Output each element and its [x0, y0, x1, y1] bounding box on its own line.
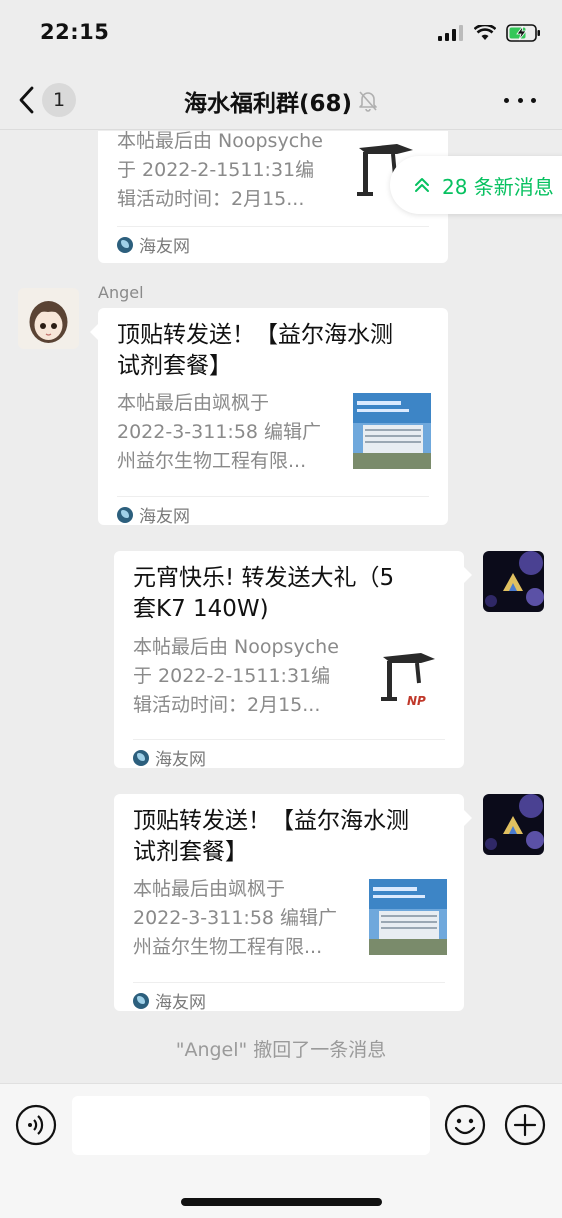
- new-messages-button[interactable]: 28 条新消息: [390, 156, 562, 214]
- home-indicator[interactable]: [181, 1198, 382, 1206]
- more-options-button[interactable]: [504, 90, 536, 110]
- card-desc-line: 本帖最后由飒枫于: [117, 392, 270, 414]
- voice-icon: [15, 1104, 57, 1146]
- new-messages-label: 28 条新消息: [442, 174, 554, 199]
- card-desc-line: 本帖最后由 Noopsyche: [117, 131, 323, 152]
- emoji-button[interactable]: [444, 1104, 486, 1146]
- card-desc-line: 本帖最后由飒枫于: [133, 878, 286, 900]
- avatar[interactable]: [483, 794, 544, 855]
- more-dot-icon: [517, 97, 523, 103]
- card-desc-line: 2022-3-311:58 编辑广: [133, 907, 338, 929]
- more-dot-icon: [531, 97, 536, 103]
- np-logo: NP: [407, 694, 426, 708]
- card-source: 海友网: [117, 226, 429, 262]
- card-source-label: 海友网: [139, 507, 190, 527]
- emoji-icon: [444, 1104, 486, 1146]
- card-desc-line: 州益尔生物工程有限...: [117, 450, 307, 472]
- link-card-message[interactable]: 元宵快乐! 转发送大礼（5 套K7 140W) 本帖最后由 Noopsyche …: [114, 551, 472, 770]
- avatar[interactable]: [483, 551, 544, 612]
- card-thumbnail-image: NP: [369, 643, 447, 719]
- voice-input-button[interactable]: [15, 1104, 57, 1146]
- card-desc-line: 本帖最后由 Noopsyche: [133, 636, 339, 658]
- link-card-message[interactable]: 顶贴转发送！【益尔海水测 试剂套餐】 本帖最后由飒枫于 2022-3-311:5…: [90, 308, 448, 527]
- card-thumbnail-image: [353, 393, 431, 469]
- avatar-image: [483, 794, 544, 855]
- link-card-message[interactable]: 顶贴转发送！【益尔海水测 试剂套餐】 本帖最后由飒枫于 2022-3-311:5…: [114, 794, 472, 1013]
- card-title-line: 套K7 140W): [133, 596, 269, 622]
- card-thumbnail-image: [369, 879, 447, 955]
- chat-header: 1 海水福利群(68): [0, 70, 562, 130]
- source-logo-icon: [133, 749, 149, 766]
- status-icons: [438, 24, 542, 42]
- source-logo-icon: [117, 506, 133, 523]
- card-desc-line: 于 2022-2-1511:31编: [117, 159, 315, 181]
- status-time: 22:15: [40, 20, 110, 44]
- double-chevron-up-icon: [415, 178, 429, 192]
- card-desc-line: 辑活动时间：2月15...: [117, 188, 305, 210]
- card-source: 海友网: [133, 982, 445, 1018]
- card-title: 元宵快乐! 转发送大礼（5 套K7 140W): [133, 563, 446, 625]
- more-functions-button[interactable]: [504, 1104, 546, 1146]
- card-title: 顶贴转发送！【益尔海水测 试剂套餐】: [117, 320, 430, 382]
- wifi-icon: [474, 25, 496, 40]
- card-desc-line: 2022-3-311:58 编辑广: [117, 421, 322, 443]
- recall-notice: "Angel" 撤回了一条消息: [175, 1039, 387, 1061]
- chat-title: 海水福利群(68): [183, 91, 353, 117]
- status-bar: 22:15: [0, 0, 562, 70]
- card-title-line: 元宵快乐! 转发送大礼（5: [133, 565, 395, 591]
- card-title: 顶贴转发送！【益尔海水测 试剂套餐】: [133, 806, 446, 868]
- card-title-line: 试剂套餐】: [133, 839, 248, 865]
- chat-title-wrap: 海水福利群(68): [0, 84, 562, 118]
- avatar-image: [18, 288, 79, 349]
- source-logo-icon: [117, 236, 133, 253]
- sender-name: Angel: [98, 283, 144, 302]
- message-input[interactable]: [72, 1096, 430, 1155]
- chat-message-list[interactable]: 本帖最后由 Noopsyche 于 2022-2-1511:31编 辑活动时间：…: [0, 131, 562, 1083]
- card-title-line: 顶贴转发送！【益尔海水测: [133, 808, 409, 834]
- plus-icon: [504, 1104, 546, 1146]
- more-dot-icon: [504, 97, 509, 103]
- card-desc-line: 辑活动时间：2月15...: [133, 694, 321, 716]
- mute-bell-icon: [359, 91, 377, 112]
- card-source: 海友网: [133, 739, 445, 775]
- card-source-label: 海友网: [155, 993, 206, 1013]
- card-source-label: 海友网: [139, 237, 190, 257]
- card-desc-line: 于 2022-2-1511:31编: [133, 665, 331, 687]
- card-source-label: 海友网: [155, 750, 206, 770]
- card-source: 海友网: [117, 496, 429, 532]
- battery-charging-icon: [506, 24, 540, 42]
- card-title-line: 顶贴转发送！【益尔海水测: [117, 322, 393, 348]
- avatar-image: [483, 551, 544, 612]
- source-logo-icon: [133, 992, 149, 1009]
- card-desc-line: 州益尔生物工程有限...: [133, 936, 323, 958]
- cellular-signal-icon: [438, 25, 463, 41]
- card-title-line: 试剂套餐】: [117, 353, 232, 379]
- avatar[interactable]: [18, 288, 79, 349]
